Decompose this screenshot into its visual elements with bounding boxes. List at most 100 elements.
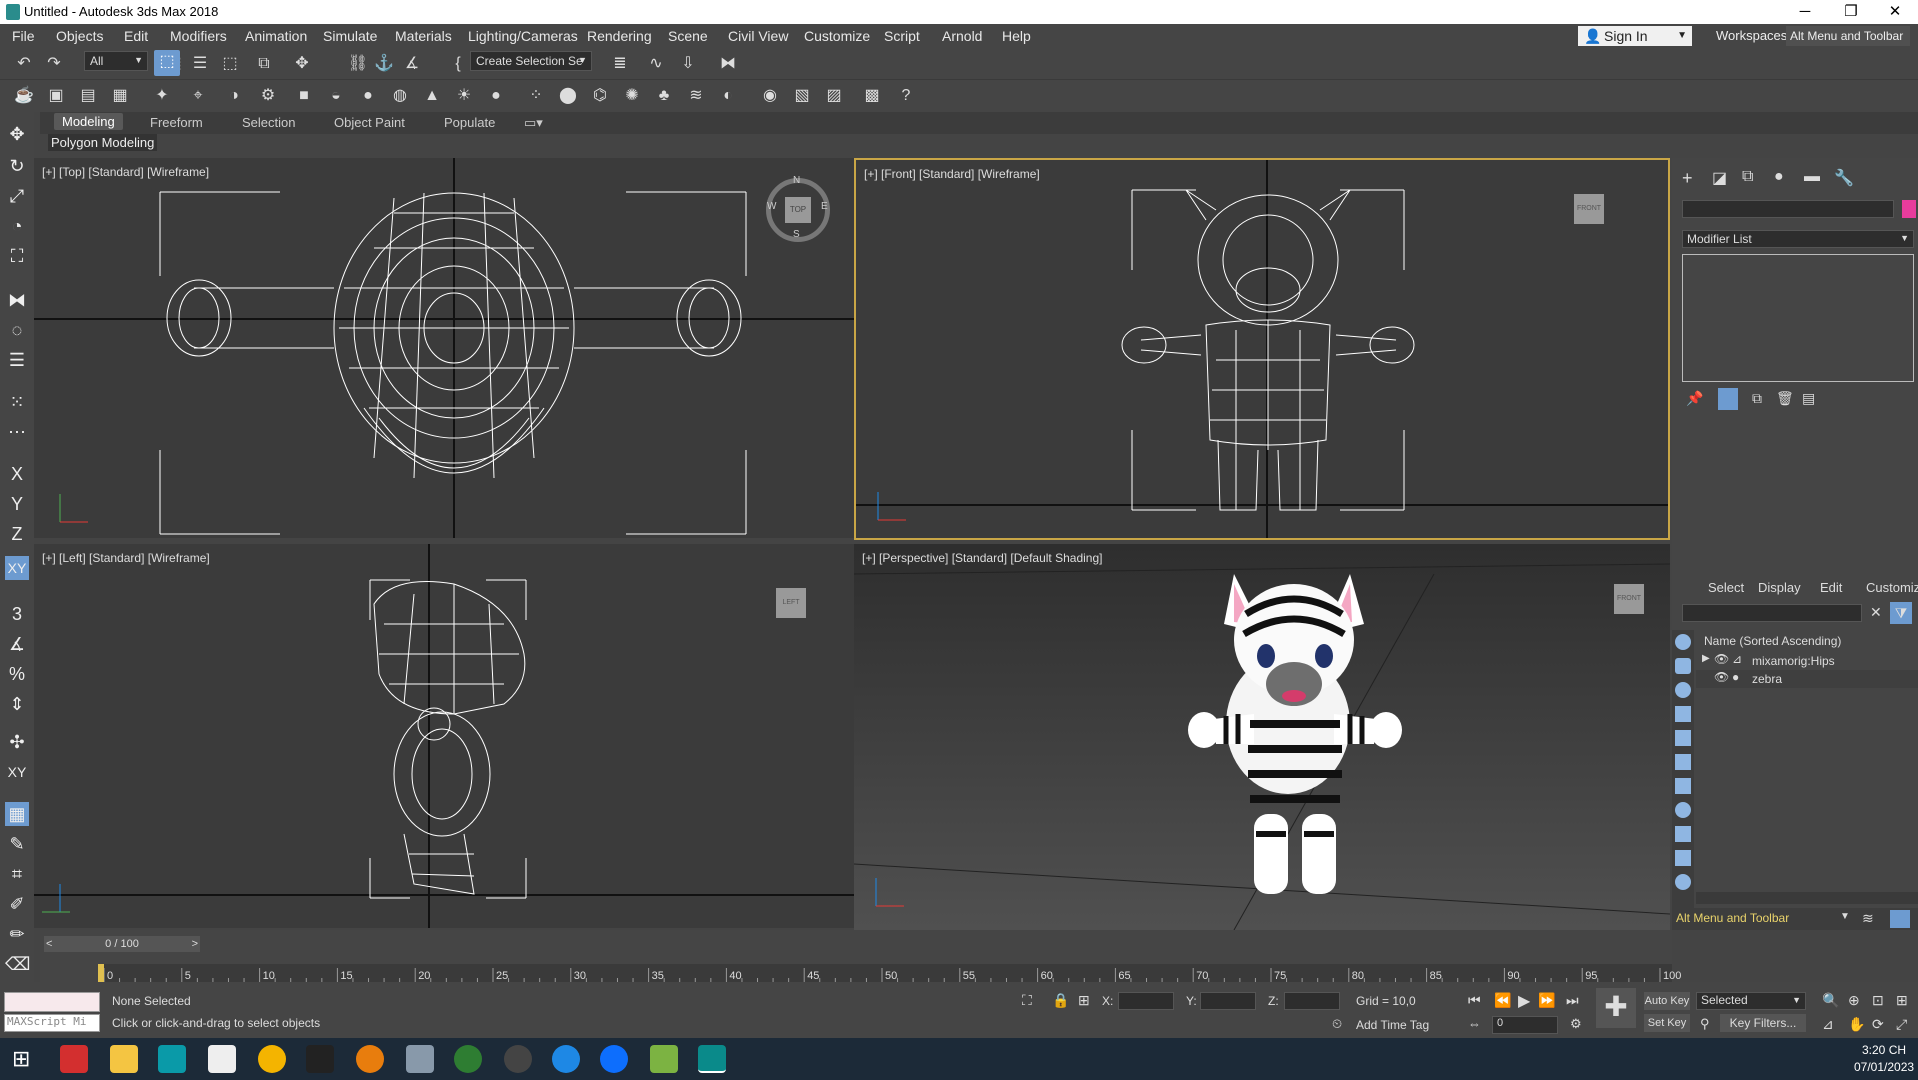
blender-icon[interactable] [356,1045,384,1073]
snap-icon[interactable]: ⚓ [372,52,396,76]
space-warp-icon[interactable]: ⚙ [256,84,280,108]
atom-icon[interactable]: ✺ [620,84,644,108]
tab-freeform[interactable]: Freeform [150,115,203,130]
explorer-workspace-label[interactable]: Alt Menu and Toolbar [1676,911,1789,925]
list-item[interactable]: 👁 ● zebra [1696,670,1918,688]
zoom-icon[interactable]: 🔍 [1822,992,1839,1009]
modifier-stack[interactable] [1682,254,1914,382]
key-mode-icon[interactable]: ⇔ [1468,1016,1481,1031]
remove-modifier-icon[interactable]: 🗑 [1776,390,1794,407]
sign-in-button[interactable]: 👤 Sign In ▼ [1578,26,1692,46]
mirror-icon[interactable]: ⧓ [716,52,740,76]
maximize-viewport-icon[interactable]: ⤢ [1896,1016,1907,1033]
place-icon[interactable]: ⛶ [5,244,29,268]
next-frame-icon[interactable]: > [192,936,198,952]
filter-groups-icon[interactable] [1675,778,1691,794]
tab-modeling[interactable]: Modeling [54,113,123,130]
sphere-icon[interactable]: ● [356,84,380,108]
menu-help[interactable]: Help [1002,28,1031,44]
maya-icon[interactable] [158,1045,186,1073]
menu-lighting-cameras[interactable]: Lighting/Cameras [468,28,578,44]
spinner-snap-icon[interactable]: ⇕ [5,692,29,716]
3ds-max-taskbar-icon[interactable] [698,1045,726,1073]
selection-set-dropdown[interactable]: Create Selection Se ▼ [470,51,592,71]
menu-civil-view[interactable]: Civil View [728,28,788,44]
motion-icon[interactable]: ● [1774,168,1784,186]
scene-tab-select[interactable]: Select [1708,580,1744,595]
menu-objects[interactable]: Objects [56,28,103,44]
tab-polygon-modeling[interactable]: Polygon Modeling [48,134,158,151]
menu-edit[interactable]: Edit [124,28,148,44]
auto-key-button[interactable]: Auto Key [1644,992,1690,1010]
bones-icon[interactable]: ⌬ [588,84,612,108]
render-setup-icon[interactable]: ▣ [44,84,68,108]
create-icon[interactable]: + [1682,168,1693,189]
github-icon[interactable] [504,1045,532,1073]
scale-icon[interactable]: ⤢ [5,184,29,208]
move-icon[interactable]: ✥ [5,122,29,146]
tool-app-icon[interactable] [208,1045,236,1073]
go-to-end-icon[interactable]: ⏭ [1566,992,1579,1009]
angle-tool-icon[interactable]: ∡ [5,632,29,656]
hair-icon[interactable]: ≋ [684,84,708,108]
set-key-button[interactable]: Set Key [1644,1014,1690,1032]
menu-arnold[interactable]: Arnold [942,28,982,44]
rendered-frame-icon[interactable]: ▤ [76,84,100,108]
spacing-icon[interactable]: ⋯ [5,420,29,444]
time-config-icon[interactable]: ⚙ [1570,1016,1582,1032]
scene-column-header[interactable]: Name (Sorted Ascending) [1704,634,1841,648]
array-icon[interactable]: ☰ [5,348,29,372]
current-frame-field[interactable]: 0 [1492,1016,1558,1034]
filter-lights-icon[interactable] [1675,682,1691,698]
filter-shapes-icon[interactable] [1675,658,1691,674]
pivot-icon[interactable]: ✣ [5,730,29,754]
material-icon[interactable]: ⬤ [556,84,580,108]
help-icon[interactable]: ? [894,84,918,108]
unity-icon[interactable] [306,1045,334,1073]
filter-bones-icon[interactable] [1675,826,1691,842]
tab-object-paint[interactable]: Object Paint [334,115,405,130]
select-move-icon[interactable]: ✥ [290,52,314,76]
visibility-eye-icon[interactable]: 👁 [1714,652,1729,666]
crop-icon[interactable]: ⌗ [5,862,29,886]
go-to-start-icon[interactable]: ⏮ [1468,992,1481,1009]
word-app-icon[interactable] [552,1045,580,1073]
layer-explorer-icon[interactable]: ≣ [608,52,632,76]
isolate-icon[interactable]: ⛶ [1022,992,1032,1009]
workspace-dropdown[interactable]: Alt Menu and Toolbar [1786,26,1910,46]
particles-icon[interactable]: ⁘ [524,84,548,108]
field-of-view-icon[interactable]: ⊿ [1822,1016,1834,1033]
menu-modifiers[interactable]: Modifiers [170,28,227,44]
zalo-icon[interactable] [600,1045,628,1073]
display-icon[interactable]: ▬ [1804,168,1820,186]
viewcube-perspective[interactable]: FRONT [1614,584,1644,614]
filter-icon[interactable]: ⧩ [1890,602,1912,624]
viewcube-top[interactable]: TOP [785,197,811,223]
paint-select-icon[interactable]: ▦ [5,802,29,826]
pyramid-icon[interactable]: ▲ [420,84,444,108]
clear-search-icon[interactable]: ✕ [1870,604,1882,621]
light-icon[interactable]: ✦ [150,84,174,108]
pin-stack-icon[interactable]: 📌 [1686,390,1703,407]
mirror-tool-icon[interactable]: ⧓ [5,288,29,312]
hierarchy-icon[interactable]: ⧉ [1742,168,1753,186]
previous-key-icon[interactable]: ⏪ [1494,992,1511,1009]
eraser-icon[interactable]: ⌫ [5,952,30,976]
cone-icon[interactable]: ◒ [324,84,348,108]
zoom-extents-icon[interactable]: ⊡ [1872,992,1884,1009]
configure-modifier-icon[interactable]: ▤ [1802,390,1815,407]
ribbon-options-icon[interactable]: ▭▾ [524,115,543,131]
menu-customize[interactable]: Customize [804,28,870,44]
file-explorer-icon[interactable] [110,1045,138,1073]
make-unique-icon[interactable]: ⧉ [1752,390,1762,407]
selection-filter-dropdown[interactable]: All ▼ [84,51,148,71]
filter-spacewarps-icon[interactable] [1675,754,1691,770]
visibility-eye-icon[interactable]: 👁 [1714,670,1729,684]
filter-cameras-icon[interactable] [1675,706,1691,722]
viewport-left[interactable]: [+] [Left] [Standard] [Wireframe] LEFT [34,544,854,928]
capture-app-icon[interactable] [406,1045,434,1073]
pencil-icon[interactable]: ✏ [5,922,29,946]
menu-script[interactable]: Script [884,28,920,44]
horizontal-scrollbar[interactable] [1696,892,1918,904]
tab-populate[interactable]: Populate [444,115,495,130]
